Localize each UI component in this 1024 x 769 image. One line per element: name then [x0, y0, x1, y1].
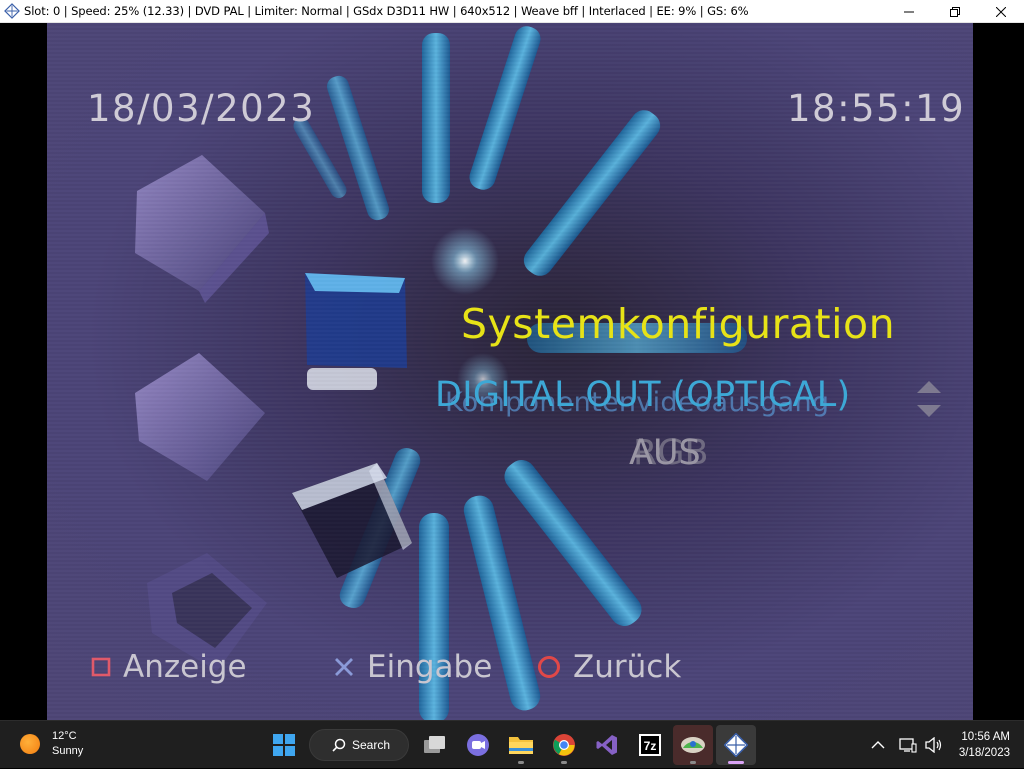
- pcsx2-window-button[interactable]: [715, 725, 756, 765]
- task-view-button[interactable]: [415, 725, 455, 765]
- 7zip-icon: 7z: [638, 734, 661, 756]
- circle-button-icon: [538, 656, 560, 678]
- ps2-date: 18/03/2023: [87, 87, 316, 130]
- cross-button-icon: [335, 658, 353, 676]
- up-down-arrows-icon[interactable]: [915, 379, 943, 419]
- legend-square: Anzeige: [91, 647, 247, 687]
- taskbar-search[interactable]: Search: [309, 729, 409, 761]
- search-label: Search: [352, 738, 391, 752]
- title-bar: Slot: 0 | Speed: 25% (12.33) | DVD PAL |…: [0, 0, 1024, 23]
- ps2-time: 18:55:19: [787, 87, 966, 130]
- task-view-icon: [423, 736, 445, 753]
- square-button-icon: [91, 657, 111, 677]
- windows-start-icon: [272, 734, 295, 756]
- visual-studio-icon: [596, 735, 617, 755]
- system-tray: 10:56 AM 3/18/2023: [871, 721, 1010, 769]
- volume-icon[interactable]: [925, 737, 943, 753]
- close-icon: [996, 6, 1006, 17]
- teams-chat-button[interactable]: [458, 725, 498, 765]
- window-title: Slot: 0 | Speed: 25% (12.33) | DVD PAL |…: [24, 4, 749, 18]
- teams-chat-icon: [466, 734, 489, 756]
- weather-condition: Sunny: [52, 745, 84, 757]
- legend-label-eingabe: Eingabe: [367, 649, 493, 685]
- visual-studio-button[interactable]: [587, 725, 627, 765]
- pcsx2-button[interactable]: [672, 725, 713, 765]
- restore-icon: [950, 6, 960, 17]
- chrome-button[interactable]: [544, 725, 584, 765]
- file-explorer-button[interactable]: [501, 725, 541, 765]
- pcsx2-icon: [680, 737, 705, 753]
- legend-cross: Eingabe: [333, 647, 492, 687]
- menu-value: AUS: [629, 433, 701, 473]
- sun-icon: [20, 734, 40, 754]
- taskbar: 12°C Sunny Search 7z 10:56 AM 3/18/2023: [0, 720, 1024, 768]
- chevron-up-icon[interactable]: [871, 740, 885, 750]
- menu-title: Systemkonfiguration: [461, 300, 896, 348]
- game-viewport[interactable]: 18/03/2023 18:55:19 Systemkonfiguration …: [47, 23, 973, 720]
- network-icon[interactable]: [899, 737, 917, 753]
- weather-widget[interactable]: 12°C Sunny: [20, 729, 83, 759]
- menu-option[interactable]: DIGITAL OUT (OPTICAL): [435, 375, 850, 415]
- close-button[interactable]: [978, 0, 1024, 23]
- pcsx2-window-icon: [723, 733, 748, 757]
- clock-time: 10:56 AM: [961, 731, 1010, 743]
- taskbar-clock[interactable]: 10:56 AM 3/18/2023: [959, 729, 1010, 761]
- search-icon: [332, 738, 346, 752]
- maximize-button[interactable]: [932, 0, 978, 23]
- minimize-button[interactable]: [886, 0, 932, 23]
- clock-date: 3/18/2023: [958, 747, 1010, 759]
- legend-label-anzeige: Anzeige: [123, 649, 247, 685]
- svg-text:7z: 7z: [643, 739, 656, 753]
- legend-label-zurueck: Zurück: [573, 649, 682, 685]
- minimize-icon: [904, 11, 914, 12]
- start-button[interactable]: [264, 725, 304, 765]
- pcsx2-app-icon: [4, 3, 20, 19]
- weather-temp: 12°C: [52, 730, 77, 742]
- file-explorer-icon: [508, 737, 533, 754]
- chrome-icon: [552, 734, 575, 756]
- legend-circle: Zurück: [537, 647, 681, 687]
- 7zip-button[interactable]: 7z: [630, 725, 670, 765]
